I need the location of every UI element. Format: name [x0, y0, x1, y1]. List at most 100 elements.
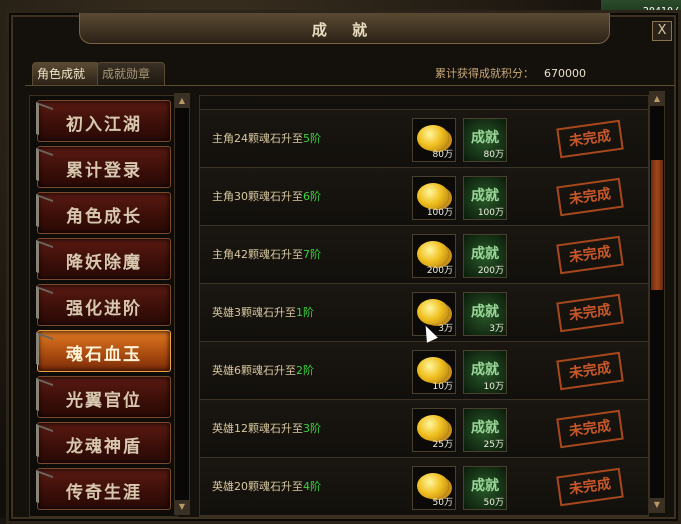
achievement-points-icon: 成就: [471, 362, 499, 378]
tab-divider: [25, 85, 675, 86]
category-scrollbar[interactable]: ▲ ▼: [174, 93, 190, 515]
achievement-points-icon: 成就: [471, 188, 499, 204]
achievement-condition: 主角30颗魂石升至: [212, 190, 303, 203]
incomplete-stamp: 未完成: [556, 293, 624, 333]
achievement-points-icon: 成就: [471, 478, 499, 494]
achievement-points-slot[interactable]: 成就 80万: [463, 118, 507, 162]
incomplete-stamp: 未完成: [556, 467, 624, 507]
reward-amount: 80万: [432, 150, 453, 160]
category-label: 累计登录: [66, 161, 142, 181]
category-button[interactable]: 初入江湖: [37, 100, 171, 142]
achievement-row: 英雄20颗魂石升至4阶 50万 成就 50万 未完成: [200, 458, 648, 516]
category-button[interactable]: 光翼官位: [37, 376, 171, 418]
category-label: 龙魂神盾: [66, 437, 142, 457]
incomplete-stamp: 未完成: [556, 235, 624, 275]
incomplete-stamp: 未完成: [556, 409, 624, 449]
incomplete-stamp: 未完成: [556, 119, 624, 159]
category-label: 初入江湖: [66, 115, 142, 135]
reward-amount: 50万: [483, 498, 504, 508]
achievement-row: 主角42颗魂石升至7阶 200万 成就 200万 未完成: [200, 226, 648, 284]
gold-reward-slot[interactable]: 50万: [412, 466, 456, 510]
score-value: 670000: [544, 67, 586, 80]
achievement-text: 英雄12颗魂石升至3阶: [212, 420, 321, 436]
achievement-level: 3阶: [303, 422, 321, 435]
incomplete-stamp: 未完成: [556, 351, 624, 391]
achievement-points-icon: 成就: [471, 246, 499, 262]
gold-reward-slot[interactable]: 200万: [412, 234, 456, 278]
category-label: 传奇生涯: [66, 483, 142, 503]
reward-amount: 200万: [477, 266, 504, 276]
achievement-level: 1阶: [296, 306, 314, 319]
achievement-row: 英雄12颗魂石升至3阶 25万 成就 25万 未完成: [200, 400, 648, 458]
reward-amount: 100万: [426, 208, 453, 218]
achievement-points-slot[interactable]: 成就 25万: [463, 408, 507, 452]
category-button-selected[interactable]: 魂石血玉: [37, 330, 171, 372]
gold-reward-slot[interactable]: 80万: [412, 118, 456, 162]
category-button[interactable]: 降妖除魔: [37, 238, 171, 280]
scroll-down-arrow[interactable]: ▼: [650, 498, 664, 512]
score-label: 累计获得成就积分：: [435, 67, 534, 80]
achievement-points-slot[interactable]: 成就 10万: [463, 350, 507, 394]
achievement-level: 7阶: [303, 248, 321, 261]
reward-amount: 10万: [432, 382, 453, 392]
achievement-text: 主角30颗魂石升至6阶: [212, 188, 321, 204]
achievement-points-slot[interactable]: 成就 100万: [463, 176, 507, 220]
reward-amount: 3万: [438, 324, 453, 334]
gold-reward-slot[interactable]: 10万: [412, 350, 456, 394]
scroll-down-arrow[interactable]: ▼: [175, 500, 189, 514]
achievement-points-slot[interactable]: 成就 3万: [463, 292, 507, 336]
achievement-row-partial: [200, 96, 648, 110]
close-button[interactable]: X: [652, 21, 672, 41]
achievement-score: 累计获得成就积分： 670000: [435, 65, 586, 81]
achievement-condition: 主角24颗魂石升至: [212, 132, 303, 145]
reward-amount: 80万: [483, 150, 504, 160]
achievement-text: 英雄20颗魂石升至4阶: [212, 478, 321, 494]
achievement-points-slot[interactable]: 成就 50万: [463, 466, 507, 510]
achievement-points-slot[interactable]: 成就 200万: [463, 234, 507, 278]
achievement-level: 2阶: [296, 364, 314, 377]
achievement-condition: 英雄6颗魂石升至: [212, 364, 296, 377]
scroll-thumb[interactable]: [651, 160, 663, 290]
achievement-text: 英雄6颗魂石升至2阶: [212, 362, 314, 378]
achievement-scrollbar[interactable]: ▲ ▼: [649, 91, 665, 513]
achievement-points-icon: 成就: [471, 420, 499, 436]
category-label: 魂石血玉: [66, 345, 142, 365]
achievement-row: 主角30颗魂石升至6阶 100万 成就 100万 未完成: [200, 168, 648, 226]
reward-amount: 200万: [426, 266, 453, 276]
gold-reward-slot[interactable]: 100万: [412, 176, 456, 220]
gold-reward-slot[interactable]: 25万: [412, 408, 456, 452]
achievement-text: 主角42颗魂石升至7阶: [212, 246, 321, 262]
reward-amount: 10万: [483, 382, 504, 392]
achievement-window: 成 就 X 角色成就 成就勋章 累计获得成就积分： 670000 初入江湖 累计登…: [6, 10, 681, 524]
achievement-row: 主角24颗魂石升至5阶 80万 成就 80万 未完成: [200, 110, 648, 168]
achievement-text: 英雄3颗魂石升至1阶: [212, 304, 314, 320]
reward-amount: 100万: [477, 208, 504, 218]
category-button[interactable]: 强化进阶: [37, 284, 171, 326]
title-bar[interactable]: 成 就: [79, 13, 610, 44]
scroll-up-arrow[interactable]: ▲: [175, 94, 189, 108]
achievement-condition: 英雄20颗魂石升至: [212, 480, 303, 493]
category-button[interactable]: 龙魂神盾: [37, 422, 171, 464]
window-title: 成 就: [311, 21, 378, 39]
achievement-points-icon: 成就: [471, 130, 499, 146]
category-label: 强化进阶: [66, 299, 142, 319]
achievement-row: 英雄6颗魂石升至2阶 10万 成就 10万 未完成: [200, 342, 648, 400]
reward-amount: 25万: [432, 440, 453, 450]
reward-amount: 3万: [489, 324, 504, 334]
category-button[interactable]: 累计登录: [37, 146, 171, 188]
achievement-condition: 英雄3颗魂石升至: [212, 306, 296, 319]
tab-achievement-medals[interactable]: 成就勋章: [97, 62, 165, 85]
achievement-list: 主角24颗魂石升至5阶 80万 成就 80万 未完成 主角30颗魂石升至6阶 10…: [199, 95, 649, 517]
tab-character-achievements[interactable]: 角色成就: [32, 62, 100, 85]
category-button[interactable]: 传奇生涯: [37, 468, 171, 510]
category-label: 降妖除魔: [66, 253, 142, 273]
incomplete-stamp: 未完成: [556, 177, 624, 217]
achievement-level: 6阶: [303, 190, 321, 203]
achievement-points-icon: 成就: [471, 304, 499, 320]
category-button[interactable]: 角色成长: [37, 192, 171, 234]
scroll-up-arrow[interactable]: ▲: [650, 92, 664, 106]
reward-amount: 50万: [432, 498, 453, 508]
achievement-condition: 主角42颗魂石升至: [212, 248, 303, 261]
achievement-text: 主角24颗魂石升至5阶: [212, 130, 321, 146]
category-list: 初入江湖 累计登录 角色成长 降妖除魔 强化进阶 魂石血玉 光翼官位 龙魂神盾 …: [29, 95, 178, 517]
